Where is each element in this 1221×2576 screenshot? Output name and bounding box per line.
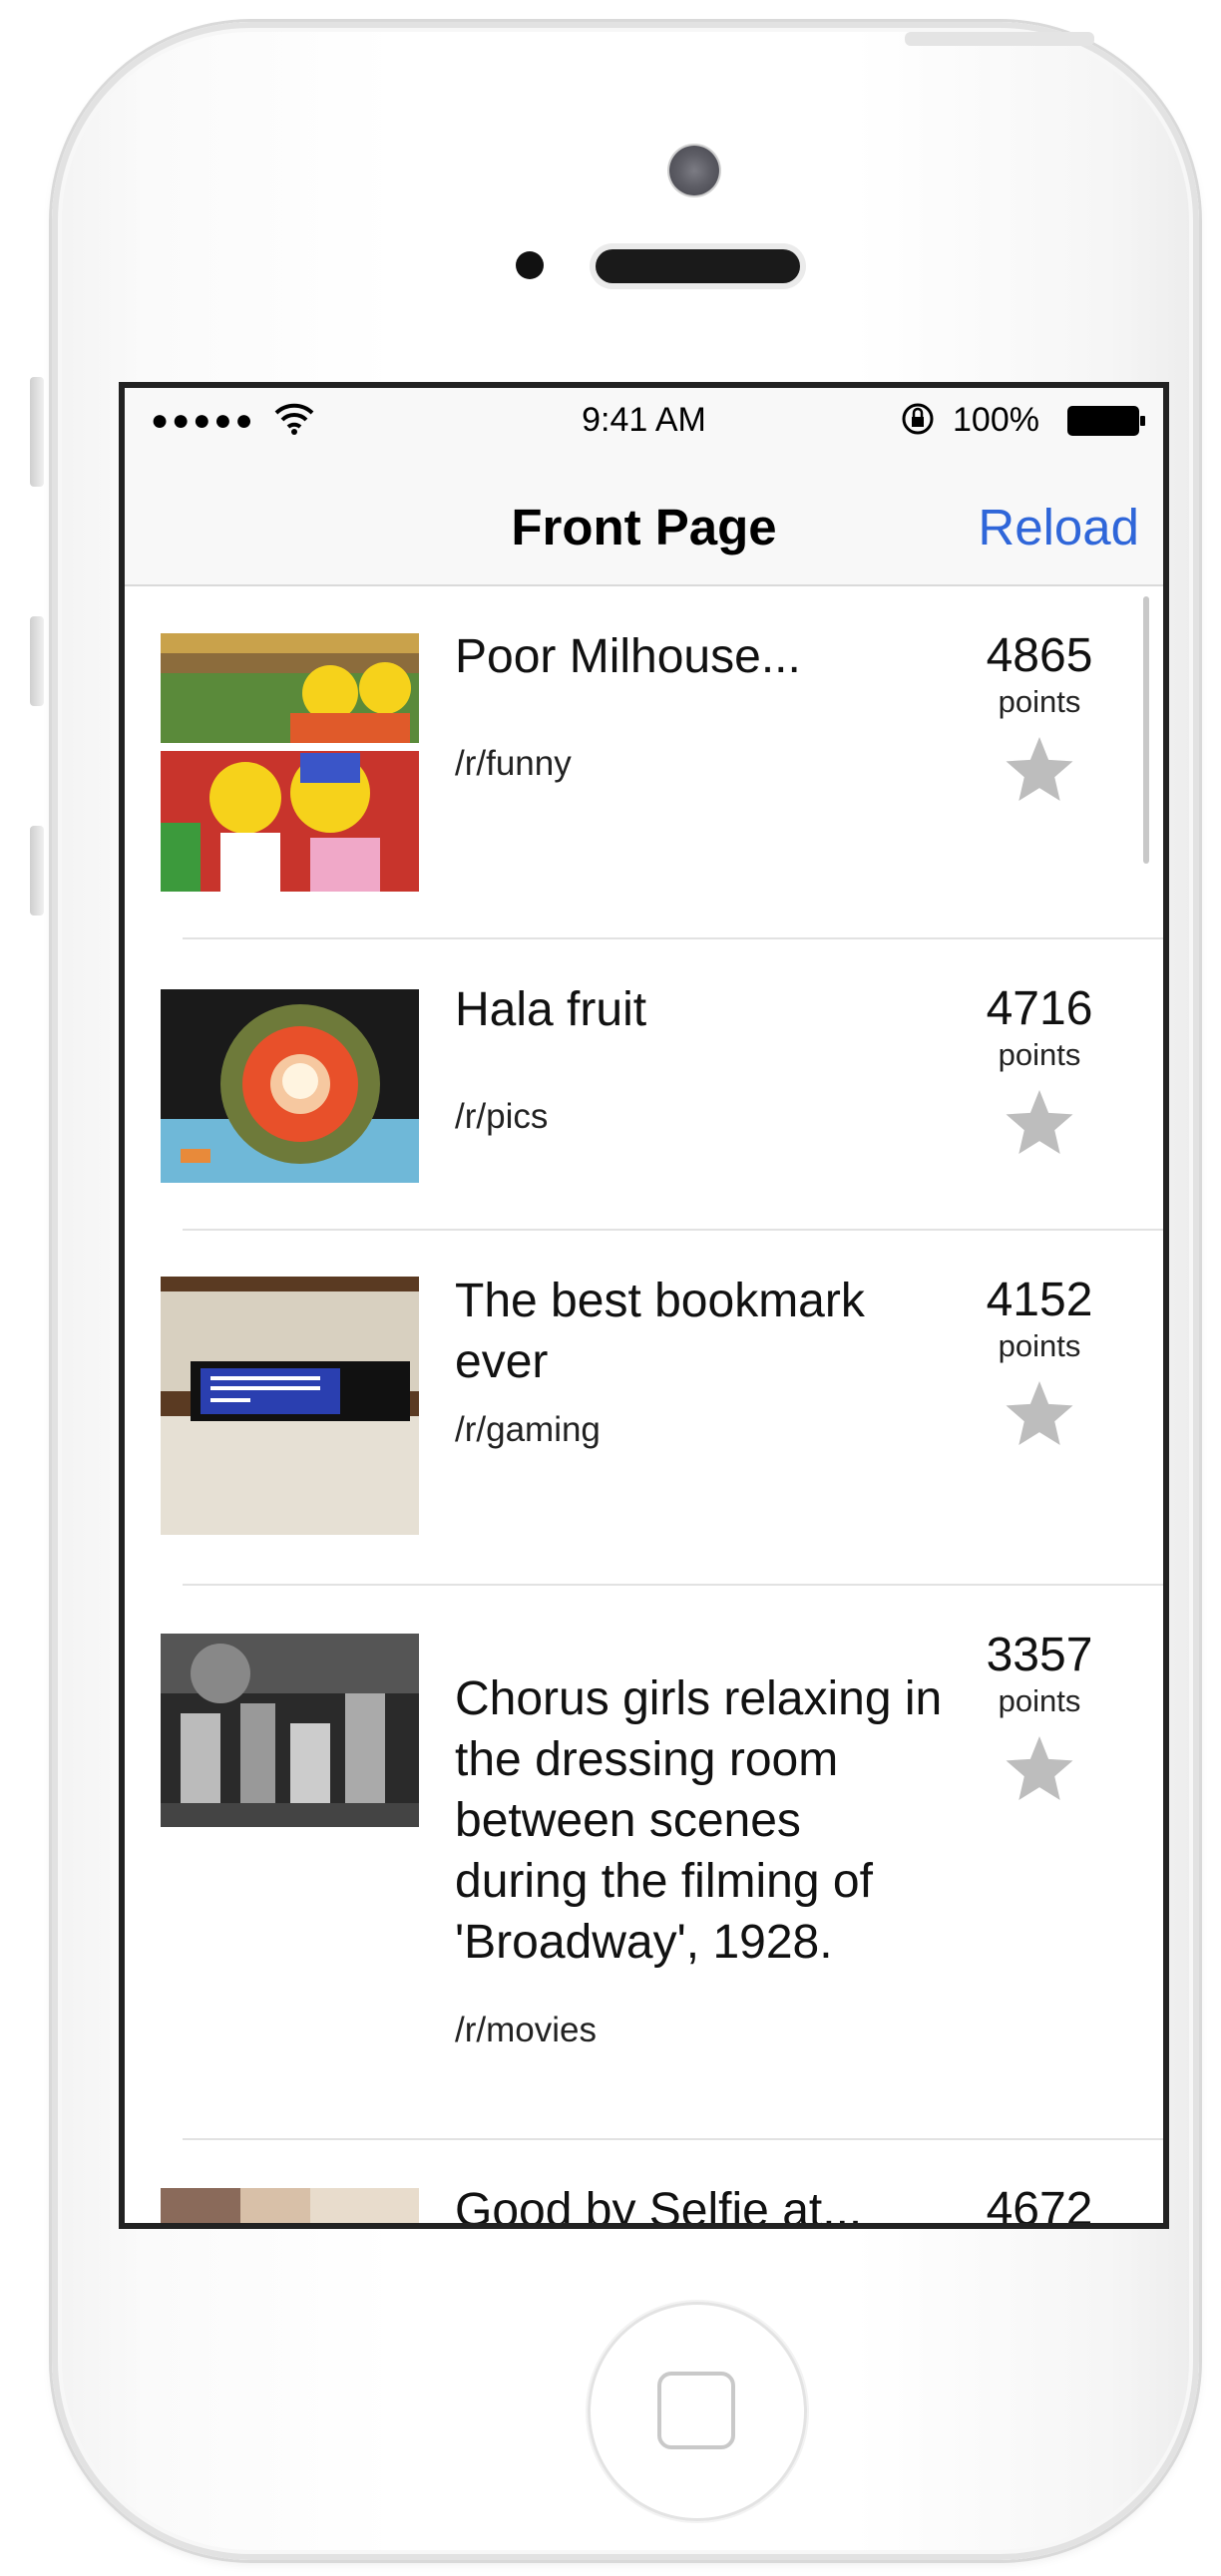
volume-up-button [30,616,44,706]
proximity-sensor [516,251,544,279]
post-row[interactable]: Poor Milhouse... /r/funny 4865 points [125,586,1163,939]
power-button [905,32,1094,46]
star-icon[interactable] [1003,1378,1076,1448]
lock-rotation-icon [902,403,934,435]
battery-percent: 100% [953,401,1039,439]
volume-down-button [30,826,44,916]
points-label: points [998,684,1081,719]
points-label: points [998,1328,1081,1363]
post-thumbnail [161,1277,419,1535]
post-subreddit: /r/funny [455,744,572,783]
post-points: 4152 [986,1274,1093,1326]
post-row[interactable]: Chorus girls relaxing in the dressing ro… [125,1586,1163,2140]
post-subreddit: /r/gaming [455,1410,601,1449]
post-thumbnail [161,2188,419,2223]
points-label: points [998,1037,1081,1072]
post-title: The best bookmark ever [455,1275,865,1388]
post-title: Good by Selfie at... [455,2184,863,2229]
post-title: Hala fruit [455,983,647,1036]
status-bar: ●●●●● 9:41 AM 100% [125,388,1163,456]
post-row[interactable]: Good by Selfie at... 4672 [125,2140,1163,2229]
post-points: 4672 [986,2183,1093,2229]
post-points: 4716 [986,982,1093,1035]
post-title: Poor Milhouse... [455,630,801,683]
mute-switch [30,377,44,487]
posts-list[interactable]: Poor Milhouse... /r/funny 4865 points Ha… [125,586,1163,2229]
earpiece-speaker [596,249,800,283]
post-subreddit: /r/pics [455,1097,549,1136]
front-camera [669,146,719,195]
star-icon[interactable] [1003,1087,1076,1157]
star-icon[interactable] [1003,734,1076,804]
navigation-bar: Front Page Reload [125,456,1163,586]
post-row[interactable]: Hala fruit /r/pics 4716 points [125,939,1163,1231]
post-points: 4865 [986,629,1093,682]
battery-icon [1067,406,1145,436]
post-points: 3357 [986,1629,1093,1681]
home-button[interactable] [588,2302,807,2521]
post-row[interactable]: The best bookmark ever /r/gaming 4152 po… [125,1231,1163,1586]
star-icon[interactable] [1003,1733,1076,1803]
points-label: points [998,1683,1081,1718]
post-subreddit: /r/movies [455,2011,597,2049]
screen: ●●●●● 9:41 AM 100% Front Page Reload Poo… [119,382,1169,2229]
reload-button[interactable]: Reload [978,498,1139,556]
post-thumbnail [161,633,419,892]
post-thumbnail [161,1634,419,1827]
home-square-icon [657,2372,735,2449]
post-title: Chorus girls relaxing in the dressing ro… [455,1672,943,1969]
post-thumbnail [161,989,419,1183]
